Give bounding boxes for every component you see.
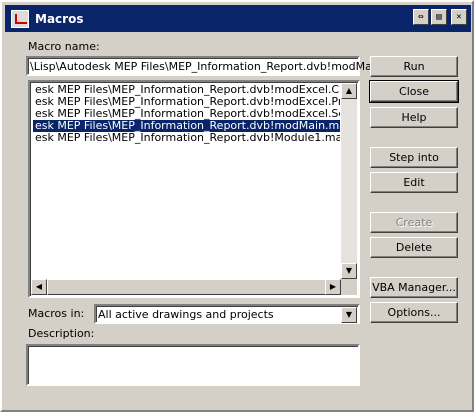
macro-list-item[interactable]: esk MEP Files\MEP_Information_Report.dvb… xyxy=(33,84,340,96)
description-label: Description: xyxy=(28,327,95,340)
window-title: Macros xyxy=(35,11,84,26)
macros-in-select[interactable]: All active drawings and projects ▼ xyxy=(94,304,360,324)
macros-dialog: Macros ⇔ ▤ ✕ Macro name: \Lisp\Autodesk … xyxy=(0,0,474,412)
app-icon xyxy=(11,9,29,28)
help-button[interactable]: Help xyxy=(370,107,458,128)
create-button[interactable]: Create xyxy=(370,212,458,233)
chevron-down-icon[interactable]: ▼ xyxy=(341,307,357,323)
horizontal-scroll-thumb[interactable] xyxy=(47,279,327,295)
macros-in-value: All active drawings and projects xyxy=(98,308,274,321)
vba-manager-button[interactable]: VBA Manager... xyxy=(370,277,458,298)
horizontal-scrollbar[interactable]: ◀ ▶ xyxy=(31,279,341,295)
macro-list-item[interactable]: esk MEP Files\MEP_Information_Report.dvb… xyxy=(33,108,340,120)
scroll-right-icon[interactable]: ▶ xyxy=(325,279,341,295)
macro-list-item[interactable]: esk MEP Files\MEP_Information_Report.dvb… xyxy=(33,120,340,132)
scroll-up-icon[interactable]: ▲ xyxy=(341,83,357,99)
edit-button[interactable]: Edit xyxy=(370,172,458,193)
scroll-corner xyxy=(341,279,357,295)
vertical-scrollbar[interactable]: ▲ ▼ xyxy=(341,83,357,279)
macros-in-label: Macros in: xyxy=(28,307,85,320)
step-into-button[interactable]: Step into xyxy=(370,147,458,168)
title-bar[interactable]: Macros ⇔ ▤ ✕ xyxy=(5,5,471,32)
description-field[interactable] xyxy=(26,344,360,386)
close-button[interactable]: Close xyxy=(369,80,459,103)
macro-name-value: \Lisp\Autodesk MEP Files\MEP_Information… xyxy=(30,60,413,73)
maximize-icon[interactable]: ▤ xyxy=(431,9,447,25)
macro-name-input[interactable]: \Lisp\Autodesk MEP Files\MEP_Information… xyxy=(26,56,413,76)
scroll-left-icon[interactable]: ◀ xyxy=(31,279,47,295)
delete-button[interactable]: Delete xyxy=(370,237,458,258)
close-icon[interactable]: ✕ xyxy=(451,9,467,25)
macro-list[interactable]: esk MEP Files\MEP_Information_Report.dvb… xyxy=(28,80,360,298)
run-button[interactable]: Run xyxy=(370,56,458,77)
restore-icon[interactable]: ⇔ xyxy=(413,9,429,25)
macro-list-item[interactable]: esk MEP Files\MEP_Information_Report.dvb… xyxy=(33,96,340,108)
scroll-down-icon[interactable]: ▼ xyxy=(341,263,357,279)
options-button[interactable]: Options... xyxy=(370,302,458,323)
macro-list-item[interactable]: esk MEP Files\MEP_Information_Report.dvb… xyxy=(33,132,340,144)
macro-name-label: Macro name: xyxy=(28,40,100,53)
